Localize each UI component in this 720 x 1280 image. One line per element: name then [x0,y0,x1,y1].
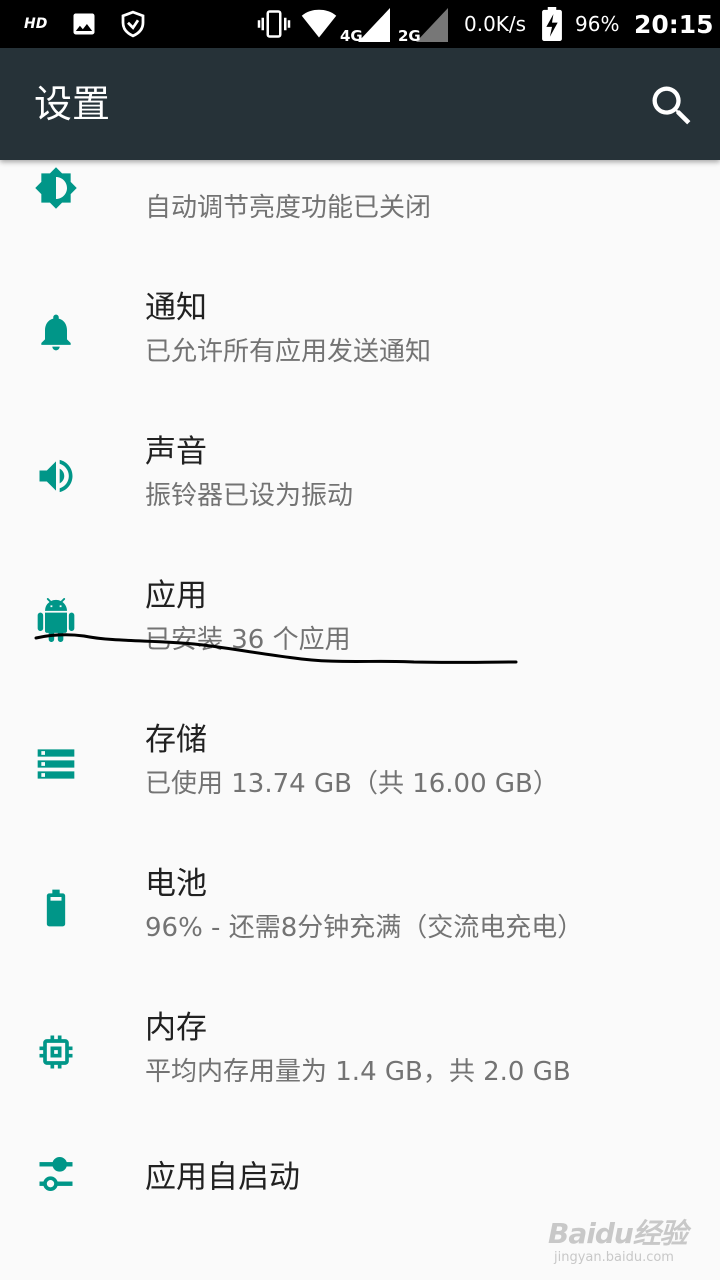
image-notification-icon [70,0,98,48]
status-bar: HD 4G 2G 0.0K/s 96% 20:15 [0,0,720,48]
settings-item-title: 电池 [145,866,207,902]
settings-item-title: 声音 [145,434,207,470]
battery-percent: 96% [575,12,620,36]
settings-item-title: 应用自启动 [145,1159,300,1196]
search-button[interactable] [646,80,698,132]
brightness-icon [35,167,77,209]
settings-item-title: 内存 [145,1010,207,1046]
sig2-label: 2G [398,27,421,44]
settings-item-title: 存储 [145,722,207,758]
settings-item-storage[interactable]: 存储 已使用 13.74 GB（共 16.00 GB） [0,692,720,836]
shield-icon [118,0,148,48]
settings-item-apps[interactable]: 应用 已安装 36 个应用 [0,548,720,692]
settings-item-title: 通知 [145,290,207,326]
battery-icon [46,889,66,927]
watermark-logo: Baidu经验 [548,1217,688,1250]
volume-icon [39,459,73,493]
storage-icon [37,749,75,779]
settings-item-summary: 自动调节亮度功能已关闭 [145,193,432,223]
app-toolbar: 设置 [0,48,720,160]
hd-voice-indicator: HD [24,16,48,32]
baidu-watermark: Baidu经验 jingyan.baidu.com [548,1212,688,1272]
clock: 20:15 [634,9,714,39]
bell-icon [41,314,71,351]
net-speed: 0.0K/s [464,12,527,36]
signal-2g-icon: 2G [396,0,450,48]
settings-item-summary: 96% - 还需8分钟充满（交流电充电） [145,913,584,943]
settings-item-summary: 平均内存用量为 1.4 GB，共 2.0 GB [145,1057,571,1087]
watermark-url: jingyan.baidu.com [554,1250,674,1265]
settings-item-display[interactable]: 自动调节亮度功能已关闭 [0,160,720,260]
wifi-icon [300,0,338,48]
memory-chip-icon [39,1035,73,1069]
settings-item-summary: 已使用 13.74 GB（共 16.00 GB） [145,769,559,799]
vibrate-icon [256,0,292,48]
settings-list: 自动调节亮度功能已关闭 通知 已允许所有应用发送通知 声音 振铃器已设为振动 应… [0,160,720,1280]
tune-sliders-icon [39,1156,73,1192]
settings-item-notifications[interactable]: 通知 已允许所有应用发送通知 [0,260,720,404]
signal-4g-icon: 4G [338,0,392,48]
battery-charging-icon [542,0,562,48]
handdrawn-underline [34,633,518,664]
settings-item-summary: 已允许所有应用发送通知 [145,337,432,367]
settings-item-summary: 振铃器已设为振动 [145,481,354,511]
settings-item-title: 应用 [145,578,207,614]
settings-item-sound[interactable]: 声音 振铃器已设为振动 [0,404,720,548]
sig1-label: 4G [340,27,363,44]
search-icon [652,86,691,125]
settings-item-battery[interactable]: 电池 96% - 还需8分钟充满（交流电充电） [0,836,720,980]
page-title: 设置 [34,82,111,126]
